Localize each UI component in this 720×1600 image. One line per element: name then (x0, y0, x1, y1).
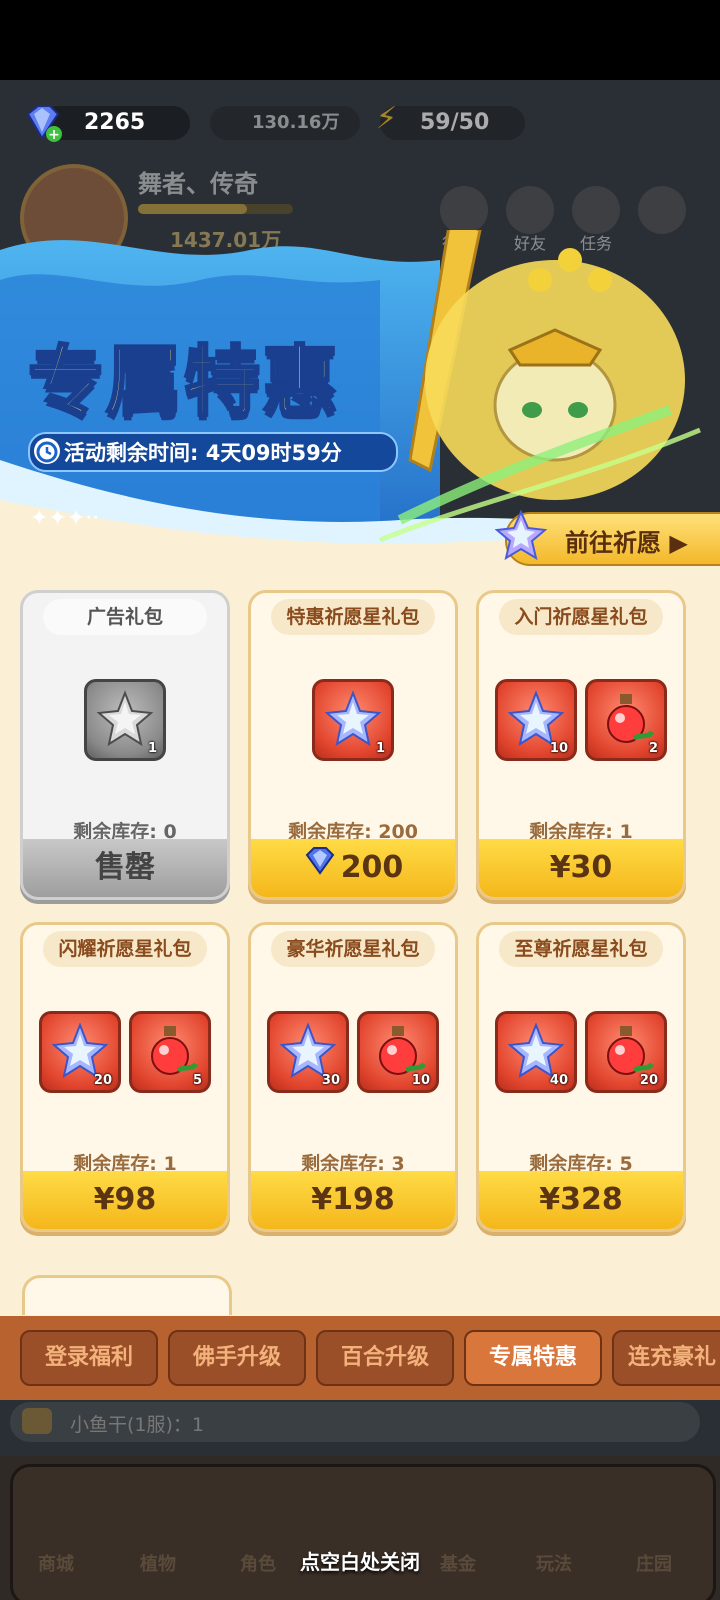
item-count: 30 (321, 1073, 340, 1088)
pack-item[interactable]: 1 (312, 679, 394, 761)
chat-text: 小鱼干(1服)：1 (70, 1414, 205, 1436)
wish-star-icon (493, 508, 549, 568)
sold-out-button[interactable]: 售罄 (23, 839, 227, 897)
item-count: 20 (639, 1073, 658, 1088)
pack-item[interactable]: 1 (84, 679, 166, 761)
close-hint[interactable]: 点空白处关闭 (0, 1546, 720, 1575)
energy-amount: 59/50 (420, 110, 490, 135)
exp-bar (138, 204, 293, 214)
tasks-icon[interactable] (572, 186, 620, 234)
diamond-icon (303, 837, 337, 895)
buy-button[interactable]: ¥30 (479, 839, 683, 897)
pack-card[interactable]: 广告礼包 1 剩余库存: 0 售罄 (20, 590, 230, 900)
pack-card-partial[interactable] (22, 1275, 232, 1315)
tab-buddha-upgrade[interactable]: 佛手升级 (168, 1330, 306, 1386)
pack-title: 闪耀祈愿星礼包 (43, 931, 207, 967)
buy-button[interactable]: ¥98 (23, 1171, 227, 1229)
item-count: 5 (192, 1073, 202, 1088)
pack-title: 至尊祈愿星礼包 (499, 931, 663, 967)
price-label: ¥98 (93, 1182, 157, 1217)
tab-exclusive-offer[interactable]: 专属特惠 (464, 1330, 602, 1386)
packs-panel: 广告礼包 1 剩余库存: 0 售罄 特惠祈愿星礼包 1 剩余库存: 200 200 入门祈愿星礼… (0, 575, 720, 1320)
player-name: 舞者、传奇 (138, 170, 258, 198)
pack-items: 20 5 (23, 1011, 227, 1093)
lightning-icon: ⚡ (376, 101, 398, 136)
pack-card[interactable]: 入门祈愿星礼包 10 2 剩余库存: 1 ¥30 (476, 590, 686, 900)
chat-bar[interactable]: 小鱼干(1服)：1 (10, 1402, 700, 1442)
diamond-amount: 2265 (84, 110, 146, 135)
pack-card[interactable]: 豪华祈愿星礼包 30 10 剩余库存: 3 ¥198 (248, 922, 458, 1232)
leaderboard-icon[interactable] (440, 186, 488, 234)
event-banner: 专属特惠 活动剩余时间: 4天09时59分 ✦✦✦·· 前往祈愿 ▶ (0, 230, 720, 590)
tab-lily-upgrade[interactable]: 百合升级 (316, 1330, 454, 1386)
pack-items: 30 10 (251, 1011, 455, 1093)
pack-item[interactable]: 20 (585, 1011, 667, 1093)
item-count: 2 (648, 741, 658, 756)
sparkle-icon: ✦✦✦·· (30, 506, 100, 531)
pack-items: 10 2 (479, 679, 683, 761)
event-timer: 活动剩余时间: 4天09时59分 (28, 432, 398, 472)
pack-item[interactable]: 40 (495, 1011, 577, 1093)
go-wish-button[interactable]: 前往祈愿 ▶ (494, 509, 720, 566)
pack-card[interactable]: 特惠祈愿星礼包 1 剩余库存: 200 200 (248, 590, 458, 900)
buy-button[interactable]: 200 (251, 839, 455, 897)
item-count: 40 (549, 1073, 568, 1088)
coin-amount: 130.16万 (252, 112, 340, 133)
price-label: ¥30 (549, 850, 613, 885)
pack-item[interactable]: 20 (39, 1011, 121, 1093)
pack-card[interactable]: 至尊祈愿星礼包 40 20 剩余库存: 5 ¥328 (476, 922, 686, 1232)
item-count: 20 (93, 1073, 112, 1088)
settings-icon[interactable] (638, 186, 686, 234)
tab-recharge-gift[interactable]: 连充豪礼 (612, 1330, 720, 1386)
item-count: 1 (375, 741, 385, 756)
price-label: 售罄 (95, 850, 155, 885)
pack-item[interactable]: 2 (585, 679, 667, 761)
clock-icon (34, 438, 60, 464)
pack-item[interactable]: 5 (129, 1011, 211, 1093)
item-count: 10 (411, 1073, 430, 1088)
item-count: 10 (549, 741, 568, 756)
pack-card[interactable]: 闪耀祈愿星礼包 20 5 剩余库存: 1 ¥98 (20, 922, 230, 1232)
go-wish-label: 前往祈愿 ▶ (565, 529, 688, 557)
coin-counter[interactable]: 130.16万 (210, 106, 360, 140)
price-label: ¥198 (311, 1182, 395, 1217)
diamond-counter[interactable]: + 2265 (26, 105, 190, 143)
pack-title: 特惠祈愿星礼包 (271, 599, 435, 635)
pack-title: 广告礼包 (43, 599, 207, 635)
friends-icon[interactable] (506, 186, 554, 234)
diamond-icon: + (20, 100, 64, 155)
price-label: ¥328 (539, 1182, 623, 1217)
chat-icon (22, 1408, 52, 1434)
pack-item[interactable]: 10 (495, 679, 577, 761)
pack-items: 1 (23, 679, 227, 761)
buy-button[interactable]: ¥198 (251, 1171, 455, 1229)
bottom-nav: 商城 植物 角色 基金 玩法 庄园 (0, 1456, 720, 1600)
price-label: 200 (340, 850, 404, 885)
tab-login-bonus[interactable]: 登录福利 (20, 1330, 158, 1386)
pack-item[interactable]: 30 (267, 1011, 349, 1093)
energy-counter[interactable]: ⚡ 59/50 (376, 102, 525, 140)
pack-items: 1 (251, 679, 455, 761)
pack-title: 豪华祈愿星礼包 (271, 931, 435, 967)
banner-title: 专属特惠 (27, 336, 340, 428)
svg-text:+: + (48, 127, 60, 143)
buy-button[interactable]: ¥328 (479, 1171, 683, 1229)
exp-bar-fill (138, 204, 247, 214)
item-count: 1 (147, 741, 157, 756)
pack-title: 入门祈愿星礼包 (499, 599, 663, 635)
pack-items: 40 20 (479, 1011, 683, 1093)
timer-text: 活动剩余时间: 4天09时59分 (64, 441, 342, 465)
pack-item[interactable]: 10 (357, 1011, 439, 1093)
